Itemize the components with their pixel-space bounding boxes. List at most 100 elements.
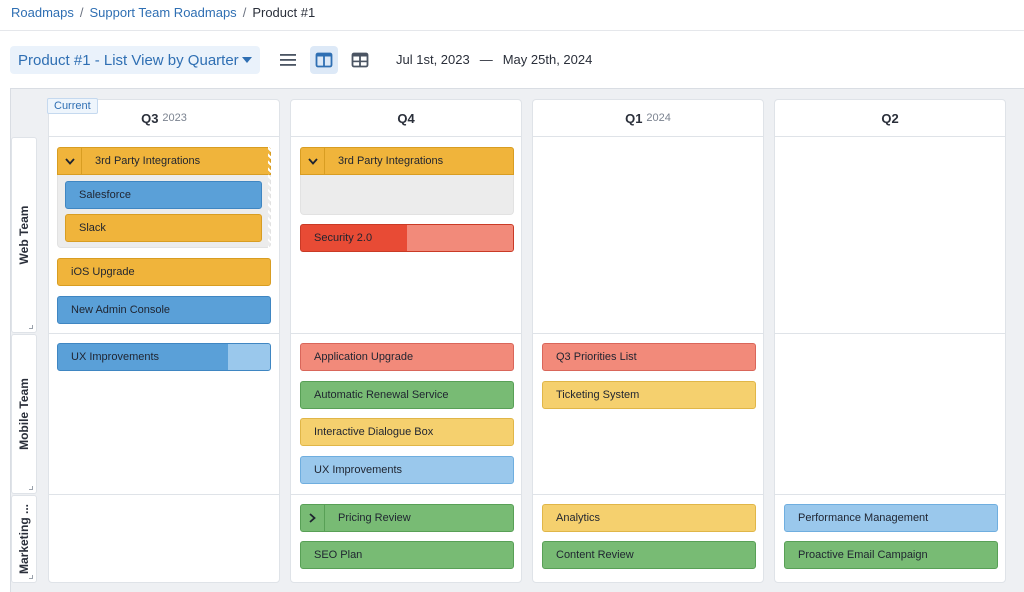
resize-handle-icon[interactable]	[29, 325, 33, 329]
row-divider	[533, 494, 763, 495]
zigzag-edge	[268, 147, 272, 248]
card-label: Content Review	[556, 549, 634, 561]
quarter-name: Q3	[141, 110, 159, 126]
row-label-text: Mobile Team	[17, 378, 31, 450]
card-label: SEO Plan	[314, 549, 363, 561]
group-label: 3rd Party Integrations	[338, 155, 444, 167]
quarter-name: Q4	[397, 110, 415, 126]
breadcrumb-current: Product #1	[252, 5, 316, 20]
quarter-year: 2023	[162, 112, 187, 124]
card-group-3rd-party[interactable]: 3rd Party Integrations	[300, 147, 514, 215]
column-view-icon	[315, 52, 333, 68]
date-range[interactable]: Jul 1st, 2023 — May 25th, 2024	[396, 52, 592, 67]
card-automatic-renewal[interactable]: Automatic Renewal Service	[300, 381, 514, 409]
row-divider	[49, 494, 279, 495]
breadcrumb-separator: /	[79, 5, 84, 20]
resize-handle-icon[interactable]	[29, 575, 33, 579]
progress-remaining	[407, 225, 513, 251]
row-label-web-team[interactable]: Web Team	[11, 137, 37, 333]
date-separator: —	[479, 52, 493, 67]
card-label: Performance Management	[798, 512, 929, 524]
column-header: Q2	[775, 100, 1005, 137]
card-label: Security 2.0	[314, 232, 373, 244]
card-label: Salesforce	[79, 189, 131, 201]
card-ux-improvements[interactable]: UX Improvements	[300, 456, 514, 484]
row-divider	[775, 494, 1005, 495]
quarter-name: Q2	[881, 110, 899, 126]
row-divider	[291, 494, 521, 495]
card-performance-management[interactable]: Performance Management	[784, 504, 998, 532]
card-label: UX Improvements	[314, 464, 403, 476]
card-label: New Admin Console	[71, 304, 171, 316]
quarter-year: 2024	[646, 112, 671, 124]
card-label: UX Improvements	[71, 351, 160, 363]
card-ux-improvements[interactable]: UX Improvements	[57, 343, 271, 371]
card-security-2[interactable]: Security 2.0	[300, 224, 514, 252]
card-q3-priorities[interactable]: Q3 Priorities List	[542, 343, 756, 371]
card-ios-upgrade[interactable]: iOS Upgrade	[57, 258, 271, 286]
list-view-icon	[280, 54, 296, 66]
card-ticketing-system[interactable]: Ticketing System	[542, 381, 756, 409]
card-label: Ticketing System	[556, 389, 640, 401]
card-slack[interactable]: Slack	[65, 214, 262, 242]
card-pricing-review[interactable]: Pricing Review	[300, 504, 514, 532]
chevron-down-icon[interactable]	[301, 148, 325, 174]
view-selector-label: Product #1 - List View by Quarter	[18, 51, 239, 69]
card-proactive-email[interactable]: Proactive Email Campaign	[784, 541, 998, 569]
column-header: Q4	[291, 100, 521, 137]
card-content-review[interactable]: Content Review	[542, 541, 756, 569]
table-view-button[interactable]	[346, 46, 374, 74]
card-label: Q3 Priorities List	[556, 351, 637, 363]
chevron-right-icon[interactable]	[301, 505, 325, 531]
breadcrumb-support-team-link[interactable]: Support Team Roadmaps	[90, 5, 237, 20]
quarter-name: Q1	[625, 110, 643, 126]
chevron-down-icon[interactable]	[58, 148, 82, 174]
group-header[interactable]: 3rd Party Integrations	[300, 147, 514, 175]
card-label: Proactive Email Campaign	[798, 549, 928, 561]
list-view-button[interactable]	[274, 46, 302, 74]
group-label: 3rd Party Integrations	[95, 155, 201, 167]
breadcrumb-roadmaps-link[interactable]: Roadmaps	[11, 5, 74, 20]
row-divider	[291, 333, 521, 334]
breadcrumb: Roadmaps / Support Team Roadmaps / Produ…	[11, 5, 315, 20]
card-label: Analytics	[556, 512, 601, 524]
progress-remaining	[227, 344, 270, 370]
card-label: Interactive Dialogue Box	[314, 426, 434, 438]
card-application-upgrade[interactable]: Application Upgrade	[300, 343, 514, 371]
row-divider	[533, 333, 763, 334]
card-new-admin-console[interactable]: New Admin Console	[57, 296, 271, 324]
card-interactive-dialogue[interactable]: Interactive Dialogue Box	[300, 418, 514, 446]
card-label: Pricing Review	[338, 512, 411, 524]
card-analytics[interactable]: Analytics	[542, 504, 756, 532]
group-body	[300, 175, 514, 215]
date-start: Jul 1st, 2023	[396, 52, 470, 67]
current-badge: Current	[47, 98, 98, 114]
column-view-button[interactable]	[310, 46, 338, 74]
row-label-marketing[interactable]: Marketing ...	[11, 495, 37, 583]
table-view-icon	[351, 52, 369, 68]
quarter-column-q4: Q4 3rd Party Integrations Security 2.0 A…	[290, 99, 522, 583]
row-label-mobile-team[interactable]: Mobile Team	[11, 334, 37, 494]
view-selector-dropdown[interactable]: Product #1 - List View by Quarter	[10, 46, 260, 74]
resize-handle-icon[interactable]	[29, 486, 33, 490]
row-divider	[775, 333, 1005, 334]
row-label-text: Marketing ...	[17, 503, 31, 575]
group-header[interactable]: 3rd Party Integrations	[57, 147, 271, 175]
quarter-column-q1: Q1 2024 Q3 Priorities List Ticketing Sys…	[532, 99, 764, 583]
quarter-column-q2: Q2 Performance Management Proactive Emai…	[774, 99, 1006, 583]
row-divider	[49, 333, 279, 334]
chevron-down-icon	[242, 57, 252, 63]
card-salesforce[interactable]: Salesforce	[65, 181, 262, 209]
header-divider	[0, 30, 1024, 31]
row-label-text: Web Team	[17, 205, 31, 265]
quarter-column-q3: Q3 2023 Current 3rd Party Integrations S…	[47, 98, 280, 583]
date-end: May 25th, 2024	[502, 52, 593, 67]
card-label: iOS Upgrade	[71, 266, 135, 278]
card-label: Automatic Renewal Service	[314, 389, 449, 401]
breadcrumb-separator: /	[242, 5, 247, 20]
column-header: Q1 2024	[533, 100, 763, 137]
card-group-3rd-party[interactable]: 3rd Party Integrations Salesforce Slack	[57, 147, 272, 248]
card-label: Application Upgrade	[314, 351, 414, 363]
card-seo-plan[interactable]: SEO Plan	[300, 541, 514, 569]
card-label: Slack	[79, 222, 106, 234]
